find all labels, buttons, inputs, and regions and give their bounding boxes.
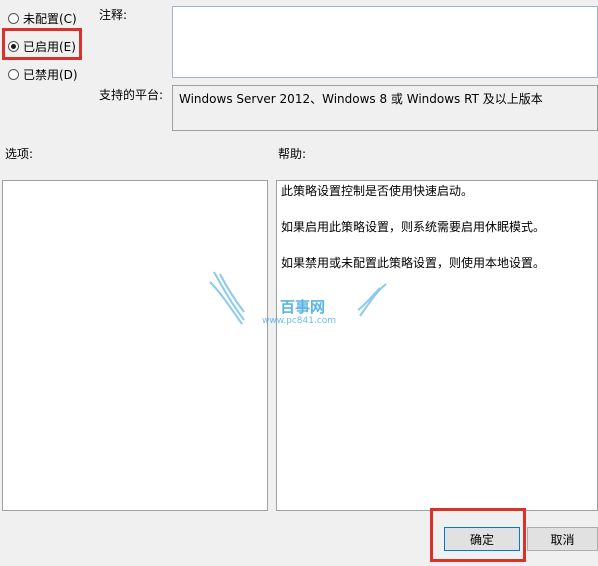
radio-not-configured-label: 未配置(C) — [23, 11, 77, 26]
watermark-logo: 百事网 www.pc841.com — [208, 268, 392, 330]
comment-label: 注释: — [99, 8, 128, 22]
cancel-button[interactable]: 取消 — [527, 527, 598, 551]
watermark-text: 百事网 — [280, 298, 326, 316]
radio-disabled-circle[interactable] — [8, 68, 19, 80]
highlight-ok-box — [430, 508, 526, 562]
policy-editor-dialog: 未配置(C) 已启用(E) 已禁用(D) 注释: 支持的平台: Windows … — [0, 0, 598, 566]
comment-input[interactable] — [172, 6, 598, 78]
highlight-enabled-box — [2, 28, 82, 60]
platform-label: 支持的平台: — [99, 88, 164, 102]
radio-disabled-label: 已禁用(D) — [23, 67, 78, 82]
watermark-url: www.pc841.com — [262, 316, 337, 326]
radio-not-configured[interactable]: 未配置(C) — [8, 9, 77, 27]
platform-value: Windows Server 2012、Windows 8 或 Windows … — [172, 85, 598, 131]
help-paragraph-2: 如果启用此策略设置，则系统需要启用休眠模式。 — [281, 220, 546, 234]
options-label: 选项: — [5, 147, 34, 161]
radio-not-configured-circle[interactable] — [8, 12, 19, 24]
options-panel — [2, 180, 268, 511]
help-paragraph-1: 此策略设置控制是否使用快速启动。 — [281, 184, 474, 198]
radio-disabled[interactable]: 已禁用(D) — [8, 65, 78, 83]
help-panel: 此策略设置控制是否使用快速启动。 如果启用此策略设置，则系统需要启用休眠模式。 … — [276, 180, 598, 511]
help-label: 帮助: — [278, 147, 307, 161]
